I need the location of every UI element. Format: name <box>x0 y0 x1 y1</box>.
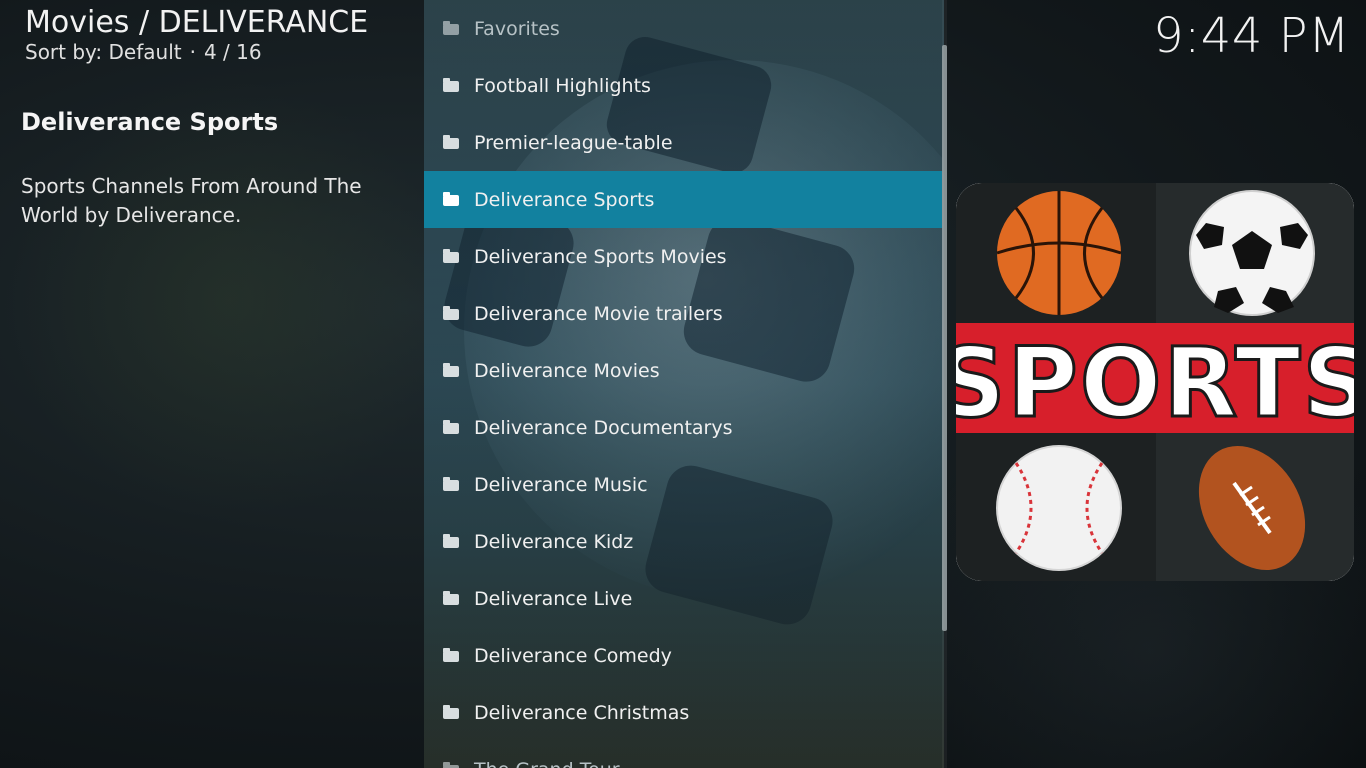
list-item-label: Deliverance Movie trailers <box>474 302 723 325</box>
folder-icon <box>443 135 459 149</box>
list-item[interactable]: Deliverance Sports <box>424 171 942 228</box>
folder-icon <box>443 78 459 92</box>
list-item[interactable]: Premier-league-table <box>424 114 942 171</box>
folder-icon <box>443 420 459 434</box>
list-item[interactable]: Deliverance Sports Movies <box>424 228 942 285</box>
list-item[interactable]: Deliverance Kidz <box>424 513 942 570</box>
list-item-label: Deliverance Kidz <box>474 530 634 553</box>
folder-icon <box>443 249 459 263</box>
list-item[interactable]: Deliverance Live <box>424 570 942 627</box>
folder-icon <box>443 591 459 605</box>
breadcrumb: Movies / DELIVERANCE <box>25 5 369 40</box>
list-panel: Favorites Football Highlights Premier-leag… <box>424 0 944 768</box>
sports-thumbnail: SPORTS <box>956 183 1354 581</box>
folder-icon <box>443 21 459 35</box>
list-item-label: Football Highlights <box>474 74 651 97</box>
folder-icon <box>443 192 459 206</box>
sort-info[interactable]: Sort by: Default · 4 / 16 <box>25 40 262 64</box>
clock: 9:44 PM <box>1153 8 1350 64</box>
list-item-label: The Grand Tour <box>474 759 620 768</box>
sort-label: Sort by: Default <box>25 40 182 64</box>
soccer-ball-icon <box>1189 190 1315 316</box>
list-item[interactable]: Deliverance Music <box>424 456 942 513</box>
info-description: Sports Channels From Around The World by… <box>21 174 362 227</box>
separator: · <box>189 40 196 64</box>
folder-icon <box>443 306 459 320</box>
list-item[interactable]: Deliverance Movies <box>424 342 942 399</box>
folder-icon <box>443 363 459 377</box>
list-item-label: Deliverance Sports <box>474 188 655 211</box>
folder-icon <box>443 534 459 548</box>
list-item-label: Deliverance Christmas <box>474 701 690 724</box>
sports-banner-text: SPORTS <box>956 327 1354 439</box>
list-item-label: Deliverance Music <box>474 473 648 496</box>
list-item-label: Deliverance Comedy <box>474 644 672 667</box>
folder-icon <box>443 705 459 719</box>
basketball-icon <box>996 191 1122 315</box>
list-item[interactable]: Favorites <box>424 0 942 57</box>
folder-icon <box>443 477 459 491</box>
folder-icon <box>443 648 459 662</box>
list-item[interactable]: Deliverance Comedy <box>424 627 942 684</box>
list-item[interactable]: Deliverance Movie trailers <box>424 285 942 342</box>
list-item-label: Deliverance Sports Movies <box>474 245 727 268</box>
info-title: Deliverance Sports <box>21 108 279 136</box>
list-item-label: Favorites <box>474 17 560 40</box>
list-item-label: Deliverance Live <box>474 587 633 610</box>
list-item[interactable]: The Grand Tour <box>424 741 942 768</box>
list-item-label: Premier-league-table <box>474 131 673 154</box>
list-item[interactable]: Football Highlights <box>424 57 942 114</box>
list-item[interactable]: Deliverance Christmas <box>424 684 942 741</box>
list-item-label: Deliverance Movies <box>474 359 660 382</box>
item-position: 4 / 16 <box>203 40 262 64</box>
list-item[interactable]: Deliverance Documentarys <box>424 399 942 456</box>
list-item-label: Deliverance Documentarys <box>474 416 733 439</box>
baseball-icon <box>996 445 1122 571</box>
scrollbar-thumb[interactable] <box>942 45 947 631</box>
